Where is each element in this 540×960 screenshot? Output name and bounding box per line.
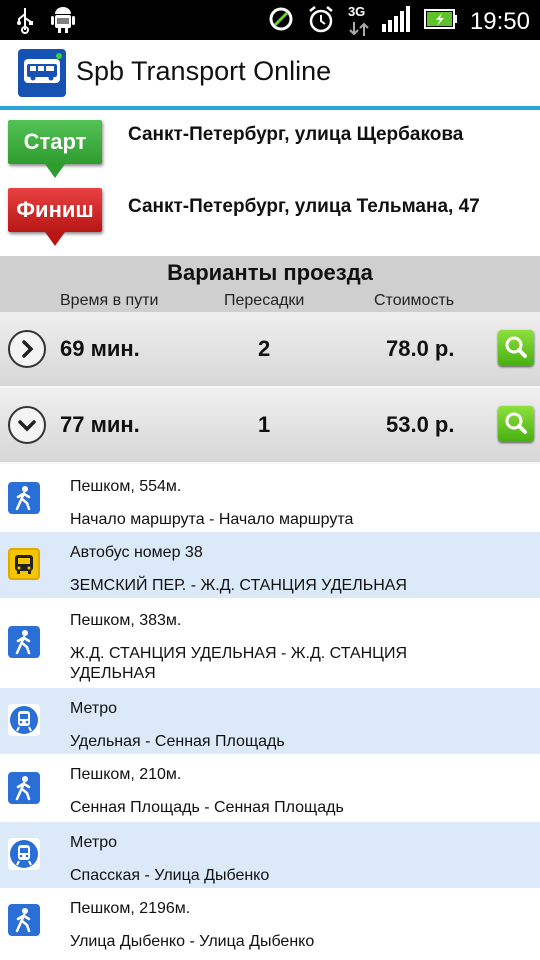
- segment-stops: Улица Дыбенко - Улица Дыбенко: [70, 933, 315, 950]
- start-point-row[interactable]: Старт Санкт-Петербург, улица Щербакова: [0, 110, 540, 182]
- walk-icon: [8, 904, 40, 936]
- walk-icon: [8, 482, 40, 514]
- route-segment[interactable]: Пешком, 554м. Начало маршрута - Начало м…: [0, 464, 540, 532]
- column-transfers: Пересадки: [224, 292, 305, 309]
- segment-stops: ЗЕМСКИЙ ПЕР. - Ж.Д. СТАНЦИЯ УДЕЛЬНАЯ: [70, 577, 407, 594]
- finish-address[interactable]: Санкт-Петербург, улица Тельмана, 47: [128, 196, 480, 218]
- route-segment[interactable]: Метро Удельная - Сенная Площадь: [0, 688, 540, 754]
- segment-title: Пешком, 383м.: [70, 612, 182, 629]
- segment-title: Пешком, 210м.: [70, 766, 182, 783]
- segment-title: Метро: [70, 700, 117, 717]
- search-map-button[interactable]: [498, 406, 534, 442]
- alarm-icon: [306, 4, 336, 39]
- clock: 19:50: [469, 7, 530, 35]
- route-segment[interactable]: Автобус номер 38 ЗЕМСКИЙ ПЕР. - Ж.Д. СТА…: [0, 532, 540, 598]
- walk-icon: [8, 626, 40, 658]
- finish-marker[interactable]: Финиш: [8, 188, 102, 246]
- android-debug-icon: [50, 6, 76, 39]
- action-bar: Spb Transport Online: [0, 40, 540, 110]
- column-travel-time: Время в пути: [60, 292, 159, 309]
- network-3g-icon: 3G: [347, 3, 370, 38]
- segment-title: Автобус номер 38: [70, 544, 203, 561]
- variants-title: Варианты проезда: [167, 260, 373, 285]
- segment-stops: Спасская - Улица Дыбенко: [70, 867, 270, 884]
- collapse-chevron-down-icon[interactable]: [8, 406, 46, 444]
- option-transfers: 1: [258, 412, 271, 437]
- option-time: 69 мин.: [60, 336, 140, 361]
- start-label: Старт: [23, 129, 87, 154]
- column-cost: Стоимость: [374, 292, 455, 309]
- network-type-label: 3G: [347, 3, 366, 19]
- option-transfers: 2: [258, 336, 271, 361]
- finish-label: Финиш: [16, 197, 94, 222]
- walk-icon: [8, 772, 40, 804]
- segment-title: Метро: [70, 834, 117, 851]
- segment-stops: Начало маршрута - Начало маршрута: [70, 511, 354, 528]
- battery-charging-icon: [423, 9, 458, 34]
- magnifier-icon: [505, 412, 527, 434]
- segment-stops: Ж.Д. СТАНЦИЯ УДЕЛЬНАЯ - Ж.Д. СТАНЦИЯ УДЕ…: [70, 645, 408, 682]
- metro-icon: [8, 838, 40, 870]
- route-segment[interactable]: Пешком, 210м. Сенная Площадь - Сенная Пл…: [0, 754, 540, 822]
- segment-stops: Сенная Площадь - Сенная Площадь: [70, 799, 344, 816]
- bus-icon: [8, 548, 40, 580]
- usb-icon: [14, 6, 36, 39]
- app-title: Spb Transport Online: [76, 56, 332, 86]
- option-cost: 53.0 р.: [386, 412, 455, 437]
- option-time: 77 мин.: [60, 412, 140, 437]
- search-map-button[interactable]: [498, 330, 534, 366]
- magnifier-icon: [505, 336, 527, 358]
- metro-icon: [8, 704, 40, 736]
- expand-chevron-right-icon[interactable]: [8, 330, 46, 368]
- signal-icon: [381, 6, 412, 37]
- status-bar: 3G 19:50: [0, 0, 540, 40]
- route-segment[interactable]: Метро Спасская - Улица Дыбенко: [0, 822, 540, 888]
- route-segment[interactable]: Пешком, 383м. Ж.Д. СТАНЦИЯ УДЕЛЬНАЯ - Ж.…: [0, 598, 540, 688]
- bus-app-icon: [18, 49, 66, 97]
- route-option-1[interactable]: 69 мин. 2 78.0 р.: [0, 312, 540, 388]
- variants-header: Варианты проезда Время в пути Пересадки …: [0, 256, 540, 312]
- route-option-2[interactable]: 77 мин. 1 53.0 р.: [0, 388, 540, 464]
- start-marker[interactable]: Старт: [8, 120, 102, 178]
- sync-icon: [268, 5, 294, 38]
- option-cost: 78.0 р.: [386, 336, 455, 361]
- segment-title: Пешком, 554м.: [70, 478, 182, 495]
- segment-stops: Удельная - Сенная Площадь: [70, 733, 285, 750]
- segment-title: Пешком, 2196м.: [70, 900, 191, 917]
- start-address[interactable]: Санкт-Петербург, улица Щербакова: [128, 124, 463, 146]
- route-segment[interactable]: Пешком, 2196м. Улица Дыбенко - Улица Дыб…: [0, 888, 540, 960]
- finish-point-row[interactable]: Финиш Санкт-Петербург, улица Тельмана, 4…: [0, 182, 540, 254]
